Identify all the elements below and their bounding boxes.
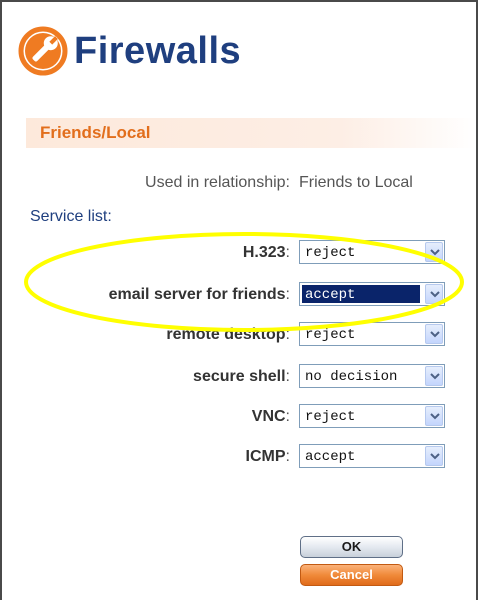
chevron-down-icon[interactable] — [425, 446, 443, 466]
select-value: no decision — [305, 369, 398, 385]
service-label: H.323: — [243, 244, 290, 262]
relationship-label: Used in relationship: — [145, 174, 290, 191]
cancel-button[interactable]: Cancel — [300, 564, 403, 586]
service-name: email server for friends — [108, 286, 286, 303]
service-select-vnc[interactable]: reject — [299, 404, 445, 428]
ok-button[interactable]: OK — [300, 536, 403, 558]
service-label: VNC: — [252, 408, 290, 426]
service-list-label: Service list: — [30, 208, 112, 225]
chevron-down-icon[interactable] — [425, 242, 443, 262]
service-name: ICMP — [245, 448, 286, 465]
service-select-email-server[interactable]: accept — [299, 282, 445, 306]
service-row-icmp: ICMP: accept — [2, 444, 476, 472]
relationship-value: Friends to Local — [299, 174, 413, 191]
service-label: remote desktop: — [166, 326, 290, 344]
service-row-h323: H.323: reject — [2, 240, 476, 268]
wrench-icon — [18, 26, 68, 76]
chevron-down-icon[interactable] — [425, 324, 443, 344]
service-row-secure-shell: secure shell: no decision — [2, 364, 476, 392]
select-value: reject — [305, 409, 356, 425]
service-name: VNC — [251, 408, 286, 425]
service-colon: : — [285, 448, 290, 465]
service-row-vnc: VNC: reject — [2, 404, 476, 432]
firewall-panel: Firewalls Friends/Local Used in relation… — [0, 0, 478, 600]
page-header: Firewalls — [18, 26, 241, 76]
service-row-email-server: email server for friends: accept — [2, 282, 476, 310]
service-select-secure-shell[interactable]: no decision — [299, 364, 445, 388]
service-select-remote-desktop[interactable]: reject — [299, 322, 445, 346]
section-title: Friends/Local — [40, 123, 151, 142]
section-header: Friends/Local — [26, 118, 476, 148]
service-colon: : — [285, 286, 290, 303]
service-label: ICMP: — [246, 448, 290, 466]
service-name: H.323 — [242, 244, 286, 261]
service-name: remote desktop — [166, 326, 286, 343]
service-select-icmp[interactable]: accept — [299, 444, 445, 468]
select-value: reject — [305, 327, 356, 343]
chevron-down-icon[interactable] — [425, 406, 443, 426]
service-colon: : — [285, 244, 290, 261]
page-title: Firewalls — [74, 29, 242, 72]
select-value: accept — [305, 287, 356, 303]
chevron-down-icon[interactable] — [425, 366, 443, 386]
service-label: email server for friends: — [109, 286, 290, 304]
select-value: accept — [305, 449, 356, 465]
service-colon: : — [285, 408, 290, 425]
relationship-row: Used in relationship: Friends to Local — [2, 174, 476, 196]
service-label: secure shell: — [193, 368, 290, 386]
service-colon: : — [285, 326, 290, 343]
service-colon: : — [285, 368, 290, 385]
chevron-down-icon[interactable] — [425, 284, 443, 304]
service-select-h323[interactable]: reject — [299, 240, 445, 264]
service-name: secure shell — [193, 368, 286, 385]
select-value: reject — [305, 245, 356, 261]
service-row-remote-desktop: remote desktop: reject — [2, 322, 476, 350]
